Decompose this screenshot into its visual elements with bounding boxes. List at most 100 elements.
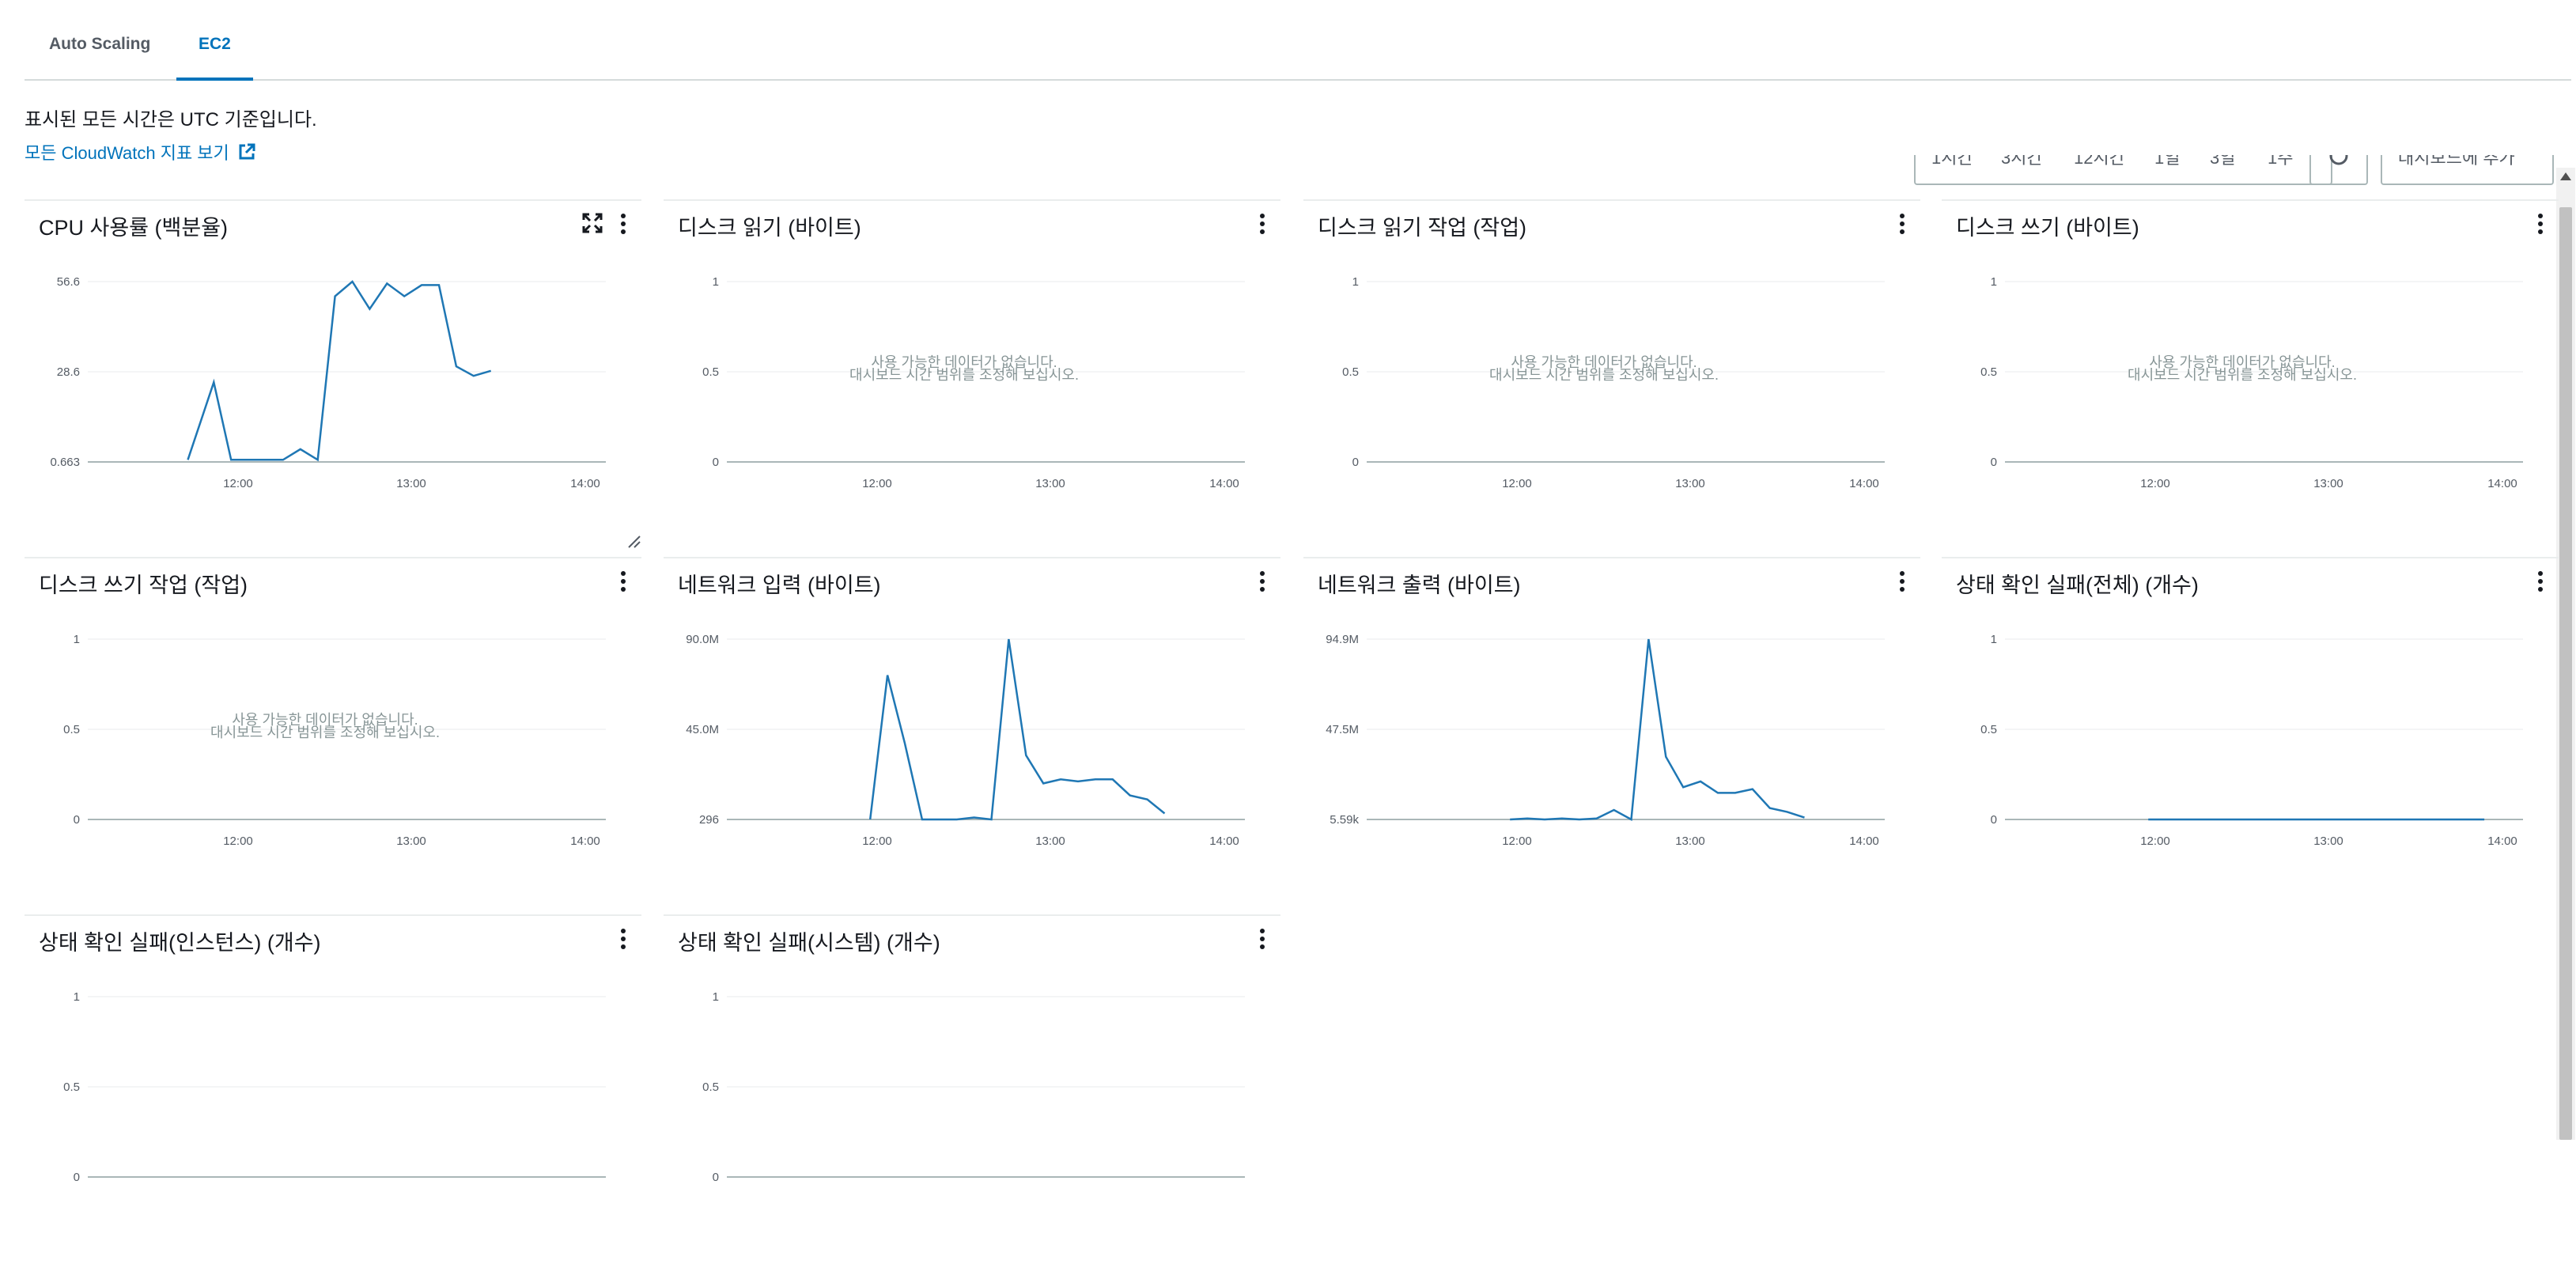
y-tick-label: 0.5 — [63, 723, 80, 736]
widget-title: 상태 확인 실패(전체) (개수) — [1956, 573, 2199, 597]
x-tick-label: 14:00 — [1849, 834, 1879, 848]
metric-widget: 디스크 읽기 (바이트) 1 0.5 0 12:00 13:00 14:00 사용 가능한 데… — [664, 199, 1280, 549]
refresh-icon — [2329, 155, 2348, 165]
metric-widget: 디스크 쓰기 작업 (작업) 1 0.5 0 12:00 13:00 14:00 사용 가능한… — [25, 557, 641, 906]
widget-title: 네트워크 출력 (바이트) — [1318, 573, 1521, 597]
metric-widget: 상태 확인 실패(전체) (개수) 1 0.5 0 12:00 13:00 14:00 — [1942, 557, 2559, 906]
tab-bar: Auto Scaling EC2 — [25, 0, 2571, 81]
metric-chart: 10.50 — [63, 990, 606, 1184]
y-tick-label: 296 — [699, 813, 719, 827]
y-tick-label: 90.0M — [686, 633, 719, 646]
time-range-selector[interactable]: 1시간 3시간 12시간 1일 3일 1주 — [1914, 155, 2332, 185]
widget-title: CPU 사용률 (백분율) — [39, 216, 229, 240]
widget-title: 디스크 읽기 작업 (작업) — [1318, 216, 1527, 240]
page-scrollbar[interactable] — [2556, 168, 2575, 1140]
y-tick-label: 1 — [74, 990, 80, 1004]
metric-chart: 94.9M 47.5M 5.59k 12:00 13:00 14:00 — [1326, 633, 1885, 848]
y-tick-label: 47.5M — [1326, 723, 1359, 736]
widget-title: 상태 확인 실패(시스템) (개수) — [678, 931, 940, 955]
y-tick-label: 1 — [713, 990, 719, 1004]
y-tick-label: 94.9M — [1326, 633, 1359, 646]
x-tick-label: 13:00 — [1675, 834, 1705, 848]
cloudwatch-link-label[interactable]: 모든 CloudWatch 지표 보기 — [25, 139, 229, 165]
x-tick-label: 13:00 — [396, 477, 426, 490]
no-data-hint: 대시보드 시간 범위를 조정해 보십시오. — [1489, 367, 1719, 383]
range-1w[interactable]: 1주 — [2268, 155, 2293, 169]
range-1d[interactable]: 1일 — [2154, 155, 2180, 169]
vertical-ellipsis-icon[interactable] — [1258, 214, 1266, 234]
widget-title: 디스크 쓰기 작업 (작업) — [39, 573, 248, 597]
x-tick-label: 13:00 — [2313, 834, 2343, 848]
cloudwatch-metrics-link[interactable]: 모든 CloudWatch 지표 보기 — [25, 139, 256, 165]
tab-ec2[interactable]: EC2 — [176, 0, 253, 81]
x-tick-label: 14:00 — [1209, 477, 1239, 490]
x-tick-label: 13:00 — [1675, 477, 1705, 490]
y-tick-label: 0.5 — [702, 365, 719, 379]
metric-chart: 56.6 28.6 0.663 12:00 13:00 14:00 — [50, 275, 606, 490]
y-tick-label: 5.59k — [1330, 813, 1359, 827]
range-3h[interactable]: 3시간 — [2001, 155, 2043, 169]
vertical-ellipsis-icon[interactable] — [619, 571, 627, 592]
no-data-hint: 대시보드 시간 범위를 조정해 보십시오. — [849, 367, 1079, 383]
tab-auto-scaling[interactable]: Auto Scaling — [49, 0, 150, 79]
metric-chart: 90.0M 45.0M 296 12:00 13:00 14:00 — [686, 633, 1245, 848]
vertical-ellipsis-icon[interactable] — [2536, 571, 2544, 592]
widget-title: 디스크 쓰기 (바이트) — [1956, 216, 2139, 240]
y-tick-label: 0 — [713, 1171, 719, 1184]
x-tick-label: 12:00 — [1502, 477, 1532, 490]
y-tick-label: 45.0M — [686, 723, 719, 736]
metric-widget: 네트워크 입력 (바이트) 90.0M 45.0M 296 12:00 13:00 14:0… — [664, 557, 1280, 906]
metric-widget: 상태 확인 실패(시스템) (개수) 1 0.5 0 — [664, 914, 1280, 1264]
x-tick-label: 13:00 — [2313, 477, 2343, 490]
x-tick-label: 13:00 — [1035, 834, 1065, 848]
x-tick-label: 13:00 — [1035, 477, 1065, 490]
refresh-button[interactable] — [2309, 155, 2368, 185]
metric-chart: 10.5012:00 13:00 14:00사용 가능한 데이터가 없습니다.대시보… — [1980, 275, 2523, 490]
y-tick-label: 0.663 — [50, 456, 80, 469]
add-to-dashboard-button[interactable]: 대시보드에 추가 — [2381, 155, 2554, 185]
expand-icon[interactable] — [581, 212, 603, 234]
y-tick-label: 1 — [1352, 275, 1359, 289]
vertical-ellipsis-icon[interactable] — [1258, 929, 1266, 949]
metric-widget: 네트워크 출력 (바이트) 94.9M 47.5M 5.59k 12:00 13:00 14… — [1303, 557, 1920, 906]
y-tick-label: 0 — [1991, 456, 1997, 469]
vertical-ellipsis-icon[interactable] — [619, 214, 627, 234]
metric-chart: 10.5012:00 13:00 14:00사용 가능한 데이터가 없습니다.대시보… — [702, 275, 1245, 490]
range-3d[interactable]: 3일 — [2210, 155, 2235, 169]
x-tick-label: 12:00 — [862, 477, 892, 490]
vertical-ellipsis-icon[interactable] — [1258, 571, 1266, 592]
x-tick-label: 14:00 — [1209, 834, 1239, 848]
y-tick-label: 1 — [1991, 633, 1997, 646]
x-tick-label: 12:00 — [223, 477, 253, 490]
x-tick-label: 14:00 — [570, 834, 600, 848]
y-tick-label: 0.5 — [1342, 365, 1359, 379]
metric-chart: 10.5012:00 13:00 14:00사용 가능한 데이터가 없습니다.대시보… — [63, 633, 606, 848]
y-tick-label: 0 — [74, 813, 80, 827]
no-data-hint: 대시보드 시간 범위를 조정해 보십시오. — [2128, 367, 2357, 383]
y-tick-label: 28.6 — [57, 365, 80, 379]
x-tick-label: 12:00 — [1502, 834, 1532, 848]
y-tick-label: 0 — [1352, 456, 1359, 469]
vertical-ellipsis-icon[interactable] — [1898, 571, 1906, 592]
series-line — [187, 280, 492, 462]
widget-title: 상태 확인 실패(인스턴스) (개수) — [39, 931, 321, 955]
vertical-ellipsis-icon[interactable] — [1898, 214, 1906, 234]
metric-chart: 10.50 — [702, 990, 1245, 1184]
range-1h[interactable]: 1시간 — [1931, 155, 1973, 169]
vertical-ellipsis-icon[interactable] — [2536, 214, 2544, 234]
x-tick-label: 13:00 — [396, 834, 426, 848]
x-tick-label: 14:00 — [2487, 477, 2517, 490]
vertical-ellipsis-icon[interactable] — [619, 929, 627, 949]
scrollbar-thumb[interactable] — [2559, 207, 2572, 1140]
y-tick-label: 0 — [713, 456, 719, 469]
timezone-note: 표시된 모든 시간은 UTC 기준입니다. — [25, 109, 317, 131]
widget-title: 네트워크 입력 (바이트) — [678, 573, 881, 597]
scroll-up-arrow[interactable] — [2560, 172, 2571, 180]
x-tick-label: 14:00 — [1849, 477, 1879, 490]
range-12h[interactable]: 12시간 — [2074, 155, 2125, 169]
y-tick-label: 56.6 — [57, 275, 80, 289]
metric-widget: CPU 사용률 (백분율) 56.6 28.6 0.663 12:00 13:00 14:0… — [25, 199, 641, 549]
add-to-dashboard-label: 대시보드에 추가 — [2398, 155, 2515, 168]
y-tick-label: 0 — [74, 1171, 80, 1184]
y-tick-label: 1 — [1991, 275, 1997, 289]
